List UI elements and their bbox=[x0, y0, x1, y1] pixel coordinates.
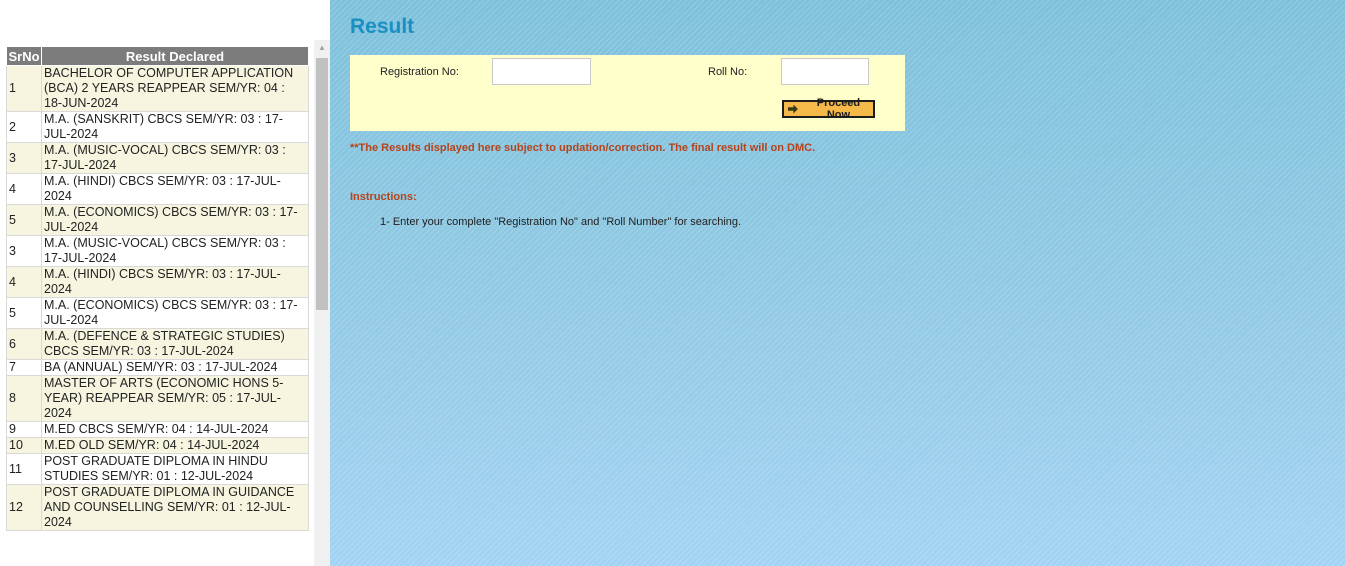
results-sidebar: SrNo Result Declared 1 BACHELOR OF COMPUT… bbox=[0, 0, 330, 566]
row-result-link[interactable]: M.A. (DEFENCE & STRATEGIC STUDIES) CBCS … bbox=[41, 328, 309, 360]
proceed-button[interactable]: Proceed Now bbox=[782, 97, 875, 121]
table-row: 4 M.A. (HINDI) CBCS SEM/YR: 03 : 17-JUL-2… bbox=[6, 173, 309, 205]
results-table: SrNo Result Declared 1 BACHELOR OF COMPUT… bbox=[6, 46, 309, 531]
page-title: Result bbox=[350, 15, 415, 38]
row-srno: 3 bbox=[6, 142, 42, 174]
table-row: 11 POST GRADUATE DIPLOMA IN HINDU STUDIES… bbox=[6, 453, 309, 485]
table-row: 2 M.A. (SANSKRIT) CBCS SEM/YR: 03 : 17-JU… bbox=[6, 111, 309, 143]
srno-header: SrNo bbox=[6, 46, 42, 66]
table-row: 12 POST GRADUATE DIPLOMA IN GUIDANCE AND … bbox=[6, 484, 309, 531]
row-srno: 2 bbox=[6, 111, 42, 143]
instruction-item: 1- Enter your complete "Registration No"… bbox=[380, 216, 742, 228]
row-srno: 3 bbox=[6, 235, 42, 267]
table-row: 5 M.A. (ECONOMICS) CBCS SEM/YR: 03 : 17-J… bbox=[6, 204, 309, 236]
roll-label: Roll No: bbox=[708, 66, 748, 78]
results-table-body: 1 BACHELOR OF COMPUTER APPLICATION (BCA) … bbox=[6, 65, 309, 531]
instructions-heading: Instructions: bbox=[350, 191, 417, 203]
result-search-form: Registration No: Roll No: Proceed Now bbox=[350, 55, 905, 131]
row-result-link[interactable]: M.A. (HINDI) CBCS SEM/YR: 03 : 17-JUL-20… bbox=[41, 173, 309, 205]
row-result-link[interactable]: BACHELOR OF COMPUTER APPLICATION (BCA) 2… bbox=[41, 65, 309, 112]
row-srno: 12 bbox=[6, 484, 42, 531]
table-row: 9 M.ED CBCS SEM/YR: 04 : 14-JUL-2024 bbox=[6, 421, 309, 438]
row-srno: 11 bbox=[6, 453, 42, 485]
disclaimer-note: **The Results displayed here subject to … bbox=[350, 142, 816, 154]
row-srno: 4 bbox=[6, 266, 42, 298]
row-result-link[interactable]: M.ED CBCS SEM/YR: 04 : 14-JUL-2024 bbox=[41, 421, 309, 438]
table-row: 10 M.ED OLD SEM/YR: 04 : 14-JUL-2024 bbox=[6, 437, 309, 454]
proceed-button-label: Proceed Now bbox=[816, 97, 861, 121]
row-srno: 4 bbox=[6, 173, 42, 205]
table-row: 7 BA (ANNUAL) SEM/YR: 03 : 17-JUL-2024 bbox=[6, 359, 309, 376]
row-result-link[interactable]: BA (ANNUAL) SEM/YR: 03 : 17-JUL-2024 bbox=[41, 359, 309, 376]
table-row: 8 MASTER OF ARTS (ECONOMIC HONS 5-YEAR) R… bbox=[6, 375, 309, 422]
table-row: 3 M.A. (MUSIC-VOCAL) CBCS SEM/YR: 03 : 17… bbox=[6, 235, 309, 267]
row-result-link[interactable]: POST GRADUATE DIPLOMA IN HINDU STUDIES S… bbox=[41, 453, 309, 485]
row-result-link[interactable]: M.A. (ECONOMICS) CBCS SEM/YR: 03 : 17-JU… bbox=[41, 297, 309, 329]
row-result-link[interactable]: M.A. (MUSIC-VOCAL) CBCS SEM/YR: 03 : 17-… bbox=[41, 235, 309, 267]
row-srno: 6 bbox=[6, 328, 42, 360]
row-result-link[interactable]: M.A. (MUSIC-VOCAL) CBCS SEM/YR: 03 : 17-… bbox=[41, 142, 309, 174]
scroll-up-arrow-icon[interactable]: ▲ bbox=[314, 40, 330, 56]
row-result-link[interactable]: M.ED OLD SEM/YR: 04 : 14-JUL-2024 bbox=[41, 437, 309, 454]
table-row: 1 BACHELOR OF COMPUTER APPLICATION (BCA) … bbox=[6, 65, 309, 112]
results-table-header: SrNo Result Declared bbox=[6, 46, 309, 66]
row-srno: 5 bbox=[6, 204, 42, 236]
roll-input[interactable] bbox=[781, 58, 869, 85]
row-srno: 5 bbox=[6, 297, 42, 329]
row-srno: 7 bbox=[6, 359, 42, 376]
row-result-link[interactable]: POST GRADUATE DIPLOMA IN GUIDANCE AND CO… bbox=[41, 484, 309, 531]
row-srno: 10 bbox=[6, 437, 42, 454]
scrollbar-thumb[interactable] bbox=[316, 58, 328, 310]
row-result-link[interactable]: M.A. (ECONOMICS) CBCS SEM/YR: 03 : 17-JU… bbox=[41, 204, 309, 236]
result-header: Result Declared bbox=[41, 46, 309, 66]
registration-input[interactable] bbox=[492, 58, 591, 85]
table-row: 5 M.A. (ECONOMICS) CBCS SEM/YR: 03 : 17-J… bbox=[6, 297, 309, 329]
result-search-panel: Result Registration No: Roll No: Proceed… bbox=[330, 0, 1345, 566]
row-srno: 8 bbox=[6, 375, 42, 422]
row-srno: 9 bbox=[6, 421, 42, 438]
table-row: 4 M.A. (HINDI) CBCS SEM/YR: 03 : 17-JUL-2… bbox=[6, 266, 309, 298]
row-result-link[interactable]: MASTER OF ARTS (ECONOMIC HONS 5-YEAR) RE… bbox=[41, 375, 309, 422]
row-result-link[interactable]: M.A. (HINDI) CBCS SEM/YR: 03 : 17-JUL-20… bbox=[41, 266, 309, 298]
table-row: 6 M.A. (DEFENCE & STRATEGIC STUDIES) CBCS… bbox=[6, 328, 309, 360]
results-scrollbar[interactable]: ▲ bbox=[314, 40, 330, 566]
arrow-right-icon bbox=[788, 104, 798, 114]
registration-label: Registration No: bbox=[380, 66, 459, 78]
row-srno: 1 bbox=[6, 65, 42, 112]
table-row: 3 M.A. (MUSIC-VOCAL) CBCS SEM/YR: 03 : 17… bbox=[6, 142, 309, 174]
row-result-link[interactable]: M.A. (SANSKRIT) CBCS SEM/YR: 03 : 17-JUL… bbox=[41, 111, 309, 143]
